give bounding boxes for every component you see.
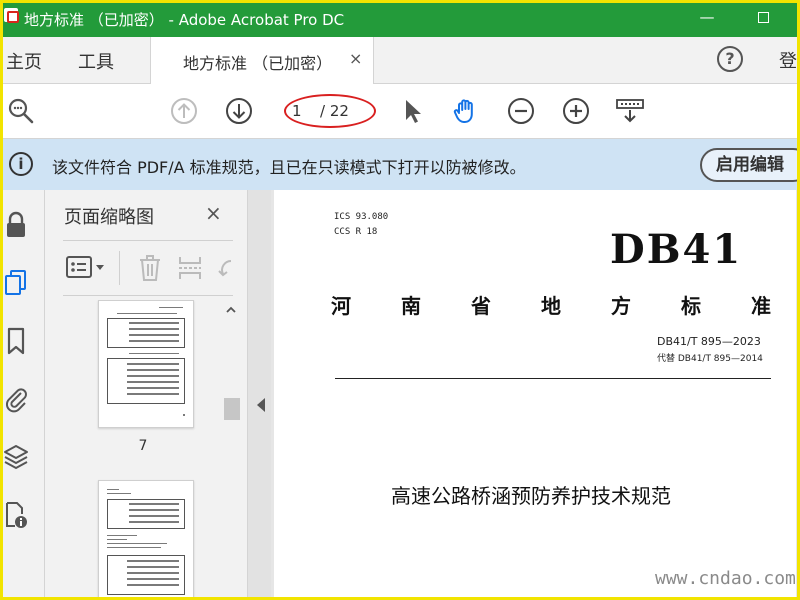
search-icon[interactable]	[6, 96, 36, 126]
page-number-field[interactable]: 1 / 22	[284, 94, 376, 128]
zoom-out-icon[interactable]	[506, 96, 536, 126]
left-rail	[0, 190, 45, 600]
scroll-up-icon[interactable]	[225, 304, 237, 316]
panel-close-icon[interactable]: ×	[205, 201, 222, 225]
province-char: 省	[471, 294, 491, 318]
rotate-page-icon[interactable]	[217, 253, 233, 283]
pdfa-message: 该文件符合 PDF/A 标准规范，且已在只读模式下打开以防被修改。	[52, 158, 526, 177]
attachment-icon[interactable]	[3, 384, 29, 414]
maximize-button[interactable]	[748, 6, 778, 30]
province-char: 准	[751, 294, 771, 318]
menu-tools[interactable]: 工具	[78, 48, 114, 74]
standard-category: 河 南 省 地 方 标 准	[331, 290, 771, 319]
delete-page-icon[interactable]	[137, 253, 163, 283]
province-char: 南	[401, 294, 421, 318]
province-char: 标	[681, 294, 701, 318]
panel-title: 页面缩略图	[64, 207, 154, 228]
ics-code: ICS 93.080	[334, 212, 389, 222]
thumbnail-label: 7	[138, 438, 148, 454]
document-tab-label: 地方标准 （已加密）	[183, 54, 333, 73]
province-char: 方	[611, 294, 631, 318]
watermark: www.cndao.com	[655, 568, 796, 589]
tab-row: 主页 工具 地方标准 （已加密） × ? 登	[0, 37, 800, 84]
help-icon[interactable]: ?	[717, 46, 743, 72]
bookmark-icon[interactable]	[3, 326, 29, 356]
ccs-code: CCS R 18	[334, 227, 378, 237]
thumbnail-page-8[interactable]	[98, 480, 194, 600]
province-char: 河	[331, 294, 351, 318]
hand-tool-icon[interactable]	[451, 96, 481, 126]
document-page: ICS 93.080 CCS R 18 DB41 河 南 省 地 方 标 准 D…	[274, 190, 796, 600]
extract-page-icon[interactable]	[177, 253, 203, 283]
tab-close-icon[interactable]: ×	[349, 49, 362, 68]
page-thumbnails-panel: 页面缩略图 × 7	[45, 190, 247, 600]
document-title: 高速公路桥涵预防养护技术规范	[391, 484, 671, 508]
thumbnail-page-7[interactable]	[98, 300, 194, 428]
zoom-in-icon[interactable]	[561, 96, 591, 126]
acrobat-app-icon	[4, 8, 19, 23]
collapse-arrow-icon	[257, 398, 265, 412]
thumbnail-list: 7	[63, 300, 223, 600]
document-tab[interactable]: 地方标准 （已加密） ×	[150, 37, 374, 84]
document-properties-icon[interactable]	[3, 500, 29, 530]
lock-icon[interactable]	[3, 210, 29, 240]
replaces-standard: 代替 DB41/T 895—2014	[657, 354, 763, 364]
layers-icon[interactable]	[3, 442, 29, 472]
page-thumbnails-icon[interactable]	[3, 268, 29, 298]
toolbar: 1 / 22	[0, 84, 800, 139]
window-title: 地方标准 （已加密） - Adobe Acrobat Pro DC	[24, 11, 345, 29]
login-button[interactable]: 登	[779, 47, 797, 73]
title-bar: 地方标准 （已加密） - Adobe Acrobat Pro DC —	[0, 0, 800, 37]
enable-editing-button[interactable]: 启用编辑	[700, 148, 800, 182]
pdfa-info-bar: i 该文件符合 PDF/A 标准规范，且已在只读模式下打开以防被修改。 启用编辑	[0, 139, 800, 190]
page-display-icon[interactable]	[615, 96, 645, 126]
select-tool-icon[interactable]	[398, 96, 428, 126]
scrollbar-thumb[interactable]	[224, 398, 240, 420]
thumbnail-scrollbar[interactable]	[222, 300, 240, 600]
document-view[interactable]: ICS 93.080 CCS R 18 DB41 河 南 省 地 方 标 准 D…	[271, 190, 800, 600]
next-page-icon[interactable]	[224, 96, 254, 126]
db-code: DB41	[610, 226, 743, 273]
minimize-button[interactable]: —	[692, 6, 722, 30]
previous-page-icon[interactable]	[169, 96, 199, 126]
info-icon: i	[9, 152, 33, 176]
thumbnail-tools	[63, 240, 233, 296]
menu-home[interactable]: 主页	[6, 48, 42, 74]
collapse-panel-handle[interactable]	[247, 190, 271, 600]
toolbar-separator	[119, 251, 120, 285]
annotation-ellipse	[284, 94, 376, 128]
standard-number: DB41/T 895—2023	[657, 335, 761, 348]
header-rule	[335, 378, 771, 379]
thumbnail-options-icon[interactable]	[65, 255, 109, 281]
province-char: 地	[541, 294, 561, 318]
maximize-icon	[757, 12, 769, 23]
